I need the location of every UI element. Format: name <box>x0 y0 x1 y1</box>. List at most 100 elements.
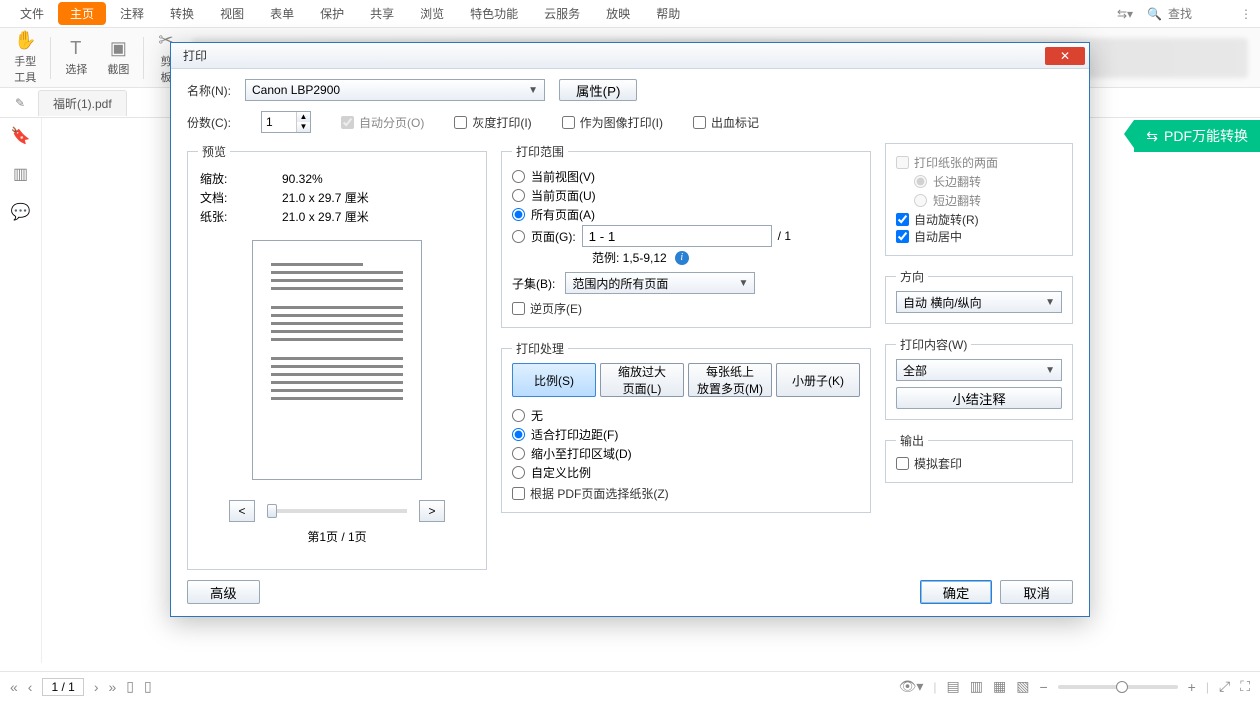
chevron-down-icon: ▼ <box>1045 297 1055 308</box>
choose-paper-by-pdf-checkbox[interactable]: 根据 PDF页面选择纸张(Z) <box>512 485 860 502</box>
paper-side-fieldset: 打印纸张的两面 长边翻转 短边翻转 自动旋转(R) 自动居中 <box>885 143 1073 256</box>
simulate-overprint-checkbox[interactable]: 模拟套印 <box>896 455 1062 472</box>
preview-next-button[interactable]: > <box>419 500 445 522</box>
visibility-icon[interactable]: 👁▾ <box>899 678 924 695</box>
layout-icon-2[interactable]: ▯ <box>144 678 152 695</box>
close-button[interactable]: ✕ <box>1045 47 1085 65</box>
output-legend: 输出 <box>896 432 928 449</box>
menu-browse[interactable]: 浏览 <box>408 2 456 25</box>
print-dialog: 打印 ✕ 名称(N): Canon LBP2900 ▼ 属性(P) 份数(C):… <box>170 42 1090 617</box>
menu-view[interactable]: 视图 <box>208 2 256 25</box>
orientation-select[interactable]: 自动 横向/纵向▼ <box>896 291 1062 313</box>
reverse-order-checkbox[interactable]: 逆页序(E) <box>512 300 860 317</box>
seg-scale[interactable]: 比例(S) <box>512 363 596 397</box>
menu-share[interactable]: 共享 <box>358 2 406 25</box>
range-pages-radio[interactable] <box>512 230 525 243</box>
auto-rotate-checkbox[interactable]: 自动旋转(R) <box>896 211 1062 228</box>
info-icon[interactable]: i <box>675 251 689 265</box>
tool-hand[interactable]: ✋手型 工具 <box>8 30 42 85</box>
range-current-page[interactable]: 当前页面(U) <box>512 187 860 204</box>
pages-icon[interactable]: ▥ <box>13 164 28 184</box>
view-facing-icon[interactable]: ▦ <box>993 678 1006 695</box>
menu-features[interactable]: 特色功能 <box>458 2 530 25</box>
spin-up[interactable]: ▲ <box>297 112 310 122</box>
range-total: / 1 <box>778 229 791 243</box>
menu-cloud[interactable]: 云服务 <box>532 2 592 25</box>
view-cover-icon[interactable]: ▧ <box>1016 678 1029 695</box>
bleed-checkbox[interactable]: 出血标记 <box>693 114 759 131</box>
seg-multi-page[interactable]: 每张纸上 放置多页(M) <box>688 363 772 397</box>
preview-prev-button[interactable]: < <box>229 500 255 522</box>
subset-select[interactable]: 范围内的所有页面▼ <box>565 272 755 294</box>
menu-slideshow[interactable]: 放映 <box>594 2 642 25</box>
scale-fit-margins[interactable]: 适合打印边距(F) <box>512 426 860 443</box>
settings-icon[interactable]: ⇆▾ <box>1117 7 1133 21</box>
content-select[interactable]: 全部▼ <box>896 359 1062 381</box>
next-page-button[interactable]: › <box>94 679 99 695</box>
grayscale-checkbox[interactable]: 灰度打印(I) <box>454 114 531 131</box>
seg-fit-large[interactable]: 缩放过大 页面(L) <box>600 363 684 397</box>
prev-page-button[interactable]: ‹ <box>28 679 33 695</box>
print-as-image-checkbox[interactable]: 作为图像打印(I) <box>562 114 663 131</box>
tool-screenshot[interactable]: ▣截图 <box>101 38 135 77</box>
range-all-pages[interactable]: 所有页面(A) <box>512 206 860 223</box>
tool-select[interactable]: Ꭲ选择 <box>59 38 93 77</box>
printer-properties-button[interactable]: 属性(P) <box>559 79 637 101</box>
range-example: 范例: 1,5-9,12 <box>592 249 667 266</box>
summarize-comments-button[interactable]: 小结注释 <box>896 387 1062 409</box>
view-single-icon[interactable]: ▤ <box>947 678 960 695</box>
menu-form[interactable]: 表单 <box>258 2 306 25</box>
advanced-button[interactable]: 高级 <box>187 580 260 604</box>
zoom-slider[interactable] <box>1058 685 1178 689</box>
menu-convert[interactable]: 转换 <box>158 2 206 25</box>
preview-doc-label: 文档: <box>200 189 246 208</box>
zoom-out-button[interactable]: − <box>1039 679 1047 695</box>
chevron-down-icon: ▼ <box>738 278 748 289</box>
pdf-convert-badge[interactable]: ⇆ PDF万能转换 <box>1134 120 1260 152</box>
first-page-button[interactable]: « <box>10 679 18 695</box>
search-input[interactable] <box>1166 6 1226 22</box>
zoom-in-button[interactable]: + <box>1188 679 1196 695</box>
menu-protect[interactable]: 保护 <box>308 2 356 25</box>
file-tab[interactable]: 福昕(1).pdf <box>38 90 127 116</box>
printer-select[interactable]: Canon LBP2900 ▼ <box>245 79 545 101</box>
spin-down[interactable]: ▼ <box>297 122 310 132</box>
menu-home[interactable]: 主页 <box>58 2 106 25</box>
page-indicator[interactable]: 1 / 1 <box>42 678 83 696</box>
range-current-view[interactable]: 当前视图(V) <box>512 168 860 185</box>
preview-zoom-label: 缩放: <box>200 170 246 189</box>
range-pages-input[interactable] <box>582 225 772 247</box>
range-pages-label: 页面(G): <box>531 228 576 245</box>
print-handling-fieldset: 打印处理 比例(S) 缩放过大 页面(L) 每张纸上 放置多页(M) 小册子(K… <box>501 340 871 513</box>
view-cont-icon[interactable]: ▥ <box>970 678 983 695</box>
layout-icon-1[interactable]: ▯ <box>126 678 134 695</box>
menu-help[interactable]: 帮助 <box>644 2 692 25</box>
copies-spinner[interactable]: ▲▼ <box>261 111 311 133</box>
comment-icon[interactable]: 💬 <box>11 202 31 222</box>
bookmark-icon[interactable]: 🔖 <box>11 126 31 146</box>
menu-annotate[interactable]: 注释 <box>108 2 156 25</box>
last-page-button[interactable]: » <box>109 679 117 695</box>
preview-legend: 预览 <box>198 143 230 160</box>
process-legend: 打印处理 <box>512 340 568 357</box>
close-icon: ✕ <box>1060 49 1070 63</box>
more-icon[interactable]: ⋮ <box>1240 7 1252 21</box>
preview-slider[interactable] <box>267 509 407 513</box>
search-box[interactable]: 🔍 <box>1147 6 1226 22</box>
cancel-button[interactable]: 取消 <box>1000 580 1073 604</box>
collate-checkbox[interactable]: 自动分页(O) <box>341 114 424 131</box>
content-legend: 打印内容(W) <box>896 336 971 353</box>
fit-width-icon[interactable]: ⤢ <box>1219 678 1230 695</box>
auto-center-checkbox[interactable]: 自动居中 <box>896 228 1062 245</box>
print-both-sides-checkbox[interactable]: 打印纸张的两面 <box>896 154 1062 171</box>
scale-custom[interactable]: 自定义比例 <box>512 464 860 481</box>
scale-none[interactable]: 无 <box>512 407 860 424</box>
dialog-titlebar[interactable]: 打印 ✕ <box>171 43 1089 69</box>
seg-booklet[interactable]: 小册子(K) <box>776 363 860 397</box>
menu-file[interactable]: 文件 <box>8 2 56 25</box>
scale-shrink[interactable]: 缩小至打印区域(D) <box>512 445 860 462</box>
fullscreen-icon[interactable]: ⛶ <box>1240 678 1250 695</box>
copies-input[interactable] <box>262 112 296 132</box>
ok-button[interactable]: 确定 <box>920 580 993 604</box>
edit-icon[interactable]: ✎ <box>8 91 32 115</box>
